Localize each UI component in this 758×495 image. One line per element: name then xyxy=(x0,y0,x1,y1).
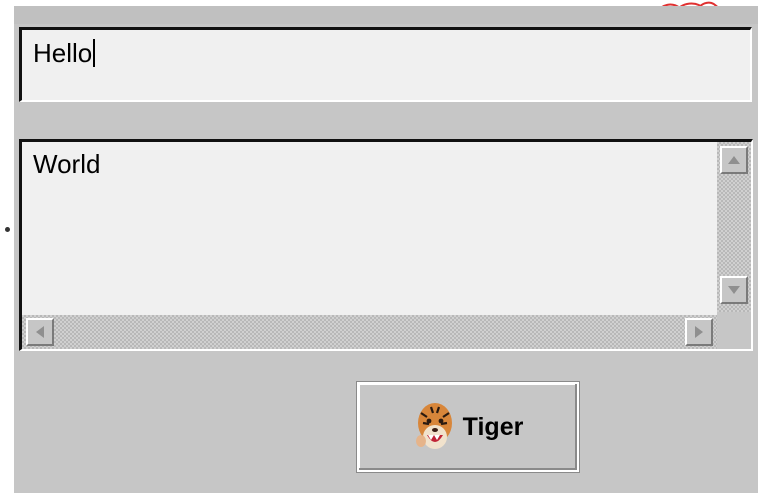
scroll-left-button[interactable] xyxy=(26,318,54,346)
text-caret xyxy=(93,39,96,67)
arrow-left-icon xyxy=(36,326,44,338)
bullet-dot xyxy=(5,227,10,232)
scroll-down-button[interactable] xyxy=(720,276,748,304)
scroll-corner xyxy=(717,312,751,349)
hello-text-field[interactable]: Hello xyxy=(19,27,752,102)
tiger-icon xyxy=(415,403,452,449)
arrow-down-icon xyxy=(728,286,740,294)
arrow-right-icon xyxy=(695,326,703,338)
vertical-scrollbar[interactable] xyxy=(717,142,751,312)
tiger-button-label: Tiger xyxy=(462,412,524,441)
horizontal-scrollbar[interactable] xyxy=(22,315,717,349)
text-field-value: Hello xyxy=(33,38,93,68)
text-area-value: World xyxy=(33,149,101,179)
app-window: Hello World Tiger xyxy=(14,6,758,493)
top-strip xyxy=(14,6,758,24)
scroll-up-button[interactable] xyxy=(720,146,748,174)
scroll-right-button[interactable] xyxy=(685,318,713,346)
arrow-up-icon xyxy=(728,156,740,164)
world-text-area[interactable]: World xyxy=(19,139,753,351)
tiger-button[interactable]: Tiger xyxy=(356,381,580,473)
